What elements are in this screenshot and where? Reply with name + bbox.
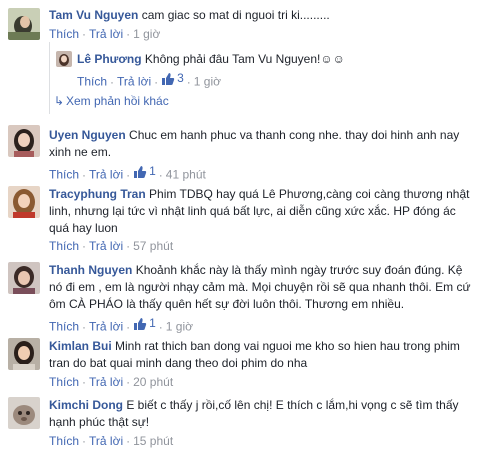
timestamp[interactable]: 41 phút <box>166 168 206 182</box>
comment-body: Thanh Nguyen Khoảnh khắc này là thấy mìn… <box>49 262 479 313</box>
like-count[interactable]: 1 <box>133 164 156 179</box>
like-count[interactable]: 1 <box>133 316 156 331</box>
comment-author[interactable]: Kimlan Bui <box>49 339 112 353</box>
timestamp[interactable]: 57 phút <box>133 239 173 253</box>
reply-button[interactable]: Trả lời <box>89 239 123 253</box>
comment-actions: Thích · Trả lời · 1 · 41 phút <box>49 164 206 182</box>
comment-author[interactable]: Tam Vu Nguyen <box>49 8 138 22</box>
like-button[interactable]: Thích <box>49 168 79 182</box>
avatar[interactable] <box>8 8 40 40</box>
comment-author[interactable]: Uyen Nguyen <box>49 128 126 142</box>
like-button[interactable]: Thích <box>49 320 79 334</box>
comment-author[interactable]: Kimchi Dong <box>49 398 123 412</box>
thumbs-up-icon <box>134 165 147 178</box>
comment-actions: Thích · Trả lời · 1 giờ <box>49 27 161 41</box>
avatar[interactable] <box>8 338 40 370</box>
comment-actions: Thích · Trả lời · 15 phút <box>49 434 174 448</box>
timestamp[interactable]: 1 giờ <box>166 320 193 334</box>
like-button[interactable]: Thích <box>49 375 79 389</box>
comment-body: Uyen Nguyen Chuc em hanh phuc va thanh c… <box>49 127 479 161</box>
avatar[interactable] <box>8 397 40 429</box>
reply-button[interactable]: Trả lời <box>89 168 123 182</box>
comment-author[interactable]: Thanh Nguyen <box>49 263 132 277</box>
avatar[interactable] <box>56 51 72 67</box>
like-count[interactable]: 3 <box>161 71 184 86</box>
like-button[interactable]: Thích <box>77 75 107 89</box>
comment-actions: Thích · Trả lời · 20 phút <box>49 375 174 389</box>
more-replies-label: Xem phản hồi khác <box>66 94 169 108</box>
thumbs-up-icon <box>162 72 175 85</box>
timestamp[interactable]: 1 giờ <box>133 27 160 41</box>
reply-button[interactable]: Trả lời <box>117 75 151 89</box>
reply-button[interactable]: Trả lời <box>89 27 123 41</box>
reply-body: Lê Phương Không phải đâu Tam Vu Nguyen!☺… <box>77 51 477 68</box>
like-count-value: 1 <box>149 164 156 178</box>
avatar[interactable] <box>8 186 40 218</box>
reply-button[interactable]: Trả lời <box>89 375 123 389</box>
reply-arrow-icon: ↳ <box>54 94 65 108</box>
like-button[interactable]: Thích <box>49 27 79 41</box>
more-replies-link[interactable]: ↳ Xem phản hồi khác <box>54 94 169 108</box>
reply-author[interactable]: Lê Phương <box>77 52 142 66</box>
comment-text: cam giac so mat di nguoi tri ki......... <box>141 8 330 22</box>
timestamp[interactable]: 1 giờ <box>194 75 221 89</box>
avatar[interactable] <box>8 262 40 294</box>
reply-actions: Thích · Trả lời · 3 · 1 giờ <box>77 71 222 89</box>
thumbs-up-icon <box>134 317 147 330</box>
like-button[interactable]: Thích <box>49 434 79 448</box>
comment-actions: Thích · Trả lời · 1 · 1 giờ <box>49 316 194 334</box>
like-button[interactable]: Thích <box>49 239 79 253</box>
reply-button[interactable]: Trả lời <box>89 320 123 334</box>
like-count-value: 1 <box>149 316 156 330</box>
comment-body: Tam Vu Nguyen cam giac so mat di nguoi t… <box>49 7 479 24</box>
comment-body: Kimchi Dong E biết c thấy j rồi,cố lên c… <box>49 397 479 431</box>
comment-body: Kimlan Bui Minh rat thich ban dong vai n… <box>49 338 479 372</box>
reply-button[interactable]: Trả lời <box>89 434 123 448</box>
comment-actions: Thích · Trả lời · 57 phút <box>49 239 174 253</box>
like-count-value: 3 <box>177 71 184 85</box>
comment-body: Tracyphung Tran Phim TDBQ hay quá Lê Phư… <box>49 186 479 237</box>
timestamp[interactable]: 15 phút <box>133 434 173 448</box>
timestamp[interactable]: 20 phút <box>133 375 173 389</box>
reply-text: Không phải đâu Tam Vu Nguyen!☺☺ <box>144 52 345 66</box>
avatar[interactable] <box>8 125 40 157</box>
comment-author[interactable]: Tracyphung Tran <box>49 187 146 201</box>
